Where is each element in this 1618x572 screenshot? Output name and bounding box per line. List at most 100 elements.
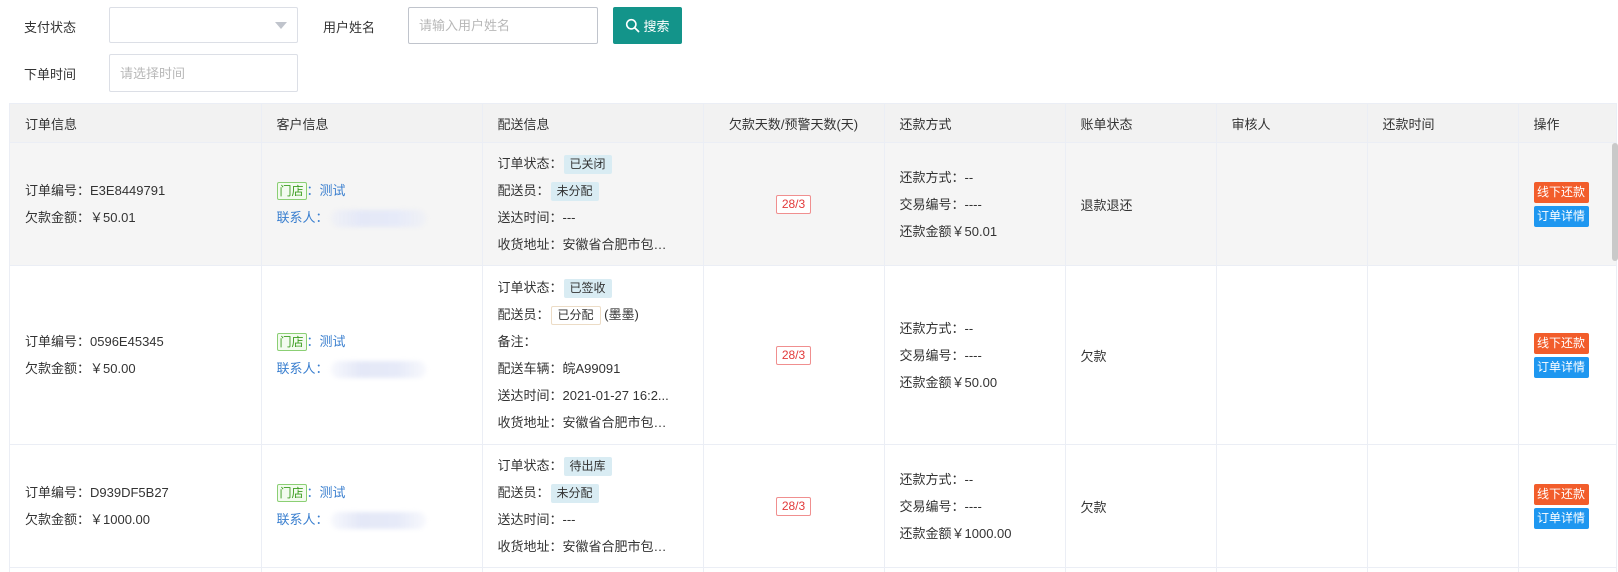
repay-time-cell xyxy=(1367,142,1519,266)
trade-no: ---- xyxy=(964,347,982,363)
trade-no: ---- xyxy=(964,498,982,514)
offline-repay-button[interactable]: 线下还款 xyxy=(1533,483,1589,505)
customer-info-cell: 门店 ：测试 联系人： xyxy=(261,265,483,445)
bill-status-cell: 欠款 xyxy=(1065,265,1217,445)
order-no-label: 订单编号： xyxy=(25,334,91,349)
address: 安徽省合肥市包河区 xyxy=(562,415,673,430)
courier-label: 配送员： xyxy=(497,485,550,500)
order-no-label: 订单编号： xyxy=(25,485,91,500)
username-input[interactable] xyxy=(408,7,598,44)
delivery-time-label: 送达时间： xyxy=(497,210,563,225)
vehicle: 皖A99091 xyxy=(562,361,621,376)
table-vertical-scrollbar[interactable] xyxy=(1612,143,1618,261)
table-row xyxy=(10,567,1617,572)
order-info-cell: 订单编号：0596E45345 欠款金额：￥50.00 xyxy=(10,265,262,445)
reviewer-cell xyxy=(1216,444,1368,568)
order-detail-button[interactable]: 订单详情 xyxy=(1533,356,1589,378)
order-detail-button[interactable]: 订单详情 xyxy=(1533,507,1589,529)
order-no-label: 订单编号： xyxy=(25,183,91,198)
order-no: D939DF5B27 xyxy=(90,485,169,500)
reviewer-cell xyxy=(1216,142,1368,266)
order-status-label: 订单状态： xyxy=(497,156,563,171)
search-icon xyxy=(625,18,640,33)
delivery-time-label: 送达时间： xyxy=(497,388,563,403)
delivery-info-cell: 订单状态： 待出库 配送员： 未分配 送达时间：--- 收货地址：安徽省合肥市包河区 xyxy=(482,444,704,568)
bills-table: 订单信息 客户信息 配送信息 欠款天数/预警天数(天) 还款方式 账单状态 审核… xyxy=(10,103,1617,572)
address-label: 收货地址： xyxy=(497,237,563,252)
debt-amount-label: 欠款金额： xyxy=(25,512,91,527)
contact-label: 联系人： xyxy=(276,210,329,225)
repay-method: -- xyxy=(964,320,974,336)
courier-tag: 未分配 xyxy=(550,182,599,201)
repay-amount-label: 还款金额 xyxy=(899,374,952,390)
pay-status-select[interactable] xyxy=(109,7,298,43)
store-name-link[interactable]: 测试 xyxy=(320,183,346,198)
order-detail-button[interactable]: 订单详情 xyxy=(1533,205,1589,227)
trade-no-label: 交易编号： xyxy=(899,347,965,363)
reviewer-cell xyxy=(1216,265,1368,445)
overdue-days-badge: 28/3 xyxy=(775,496,812,516)
store-name-link[interactable]: 测试 xyxy=(320,334,346,349)
table-header-row: 订单信息 客户信息 配送信息 欠款天数/预警天数(天) 还款方式 账单状态 审核… xyxy=(10,103,1617,143)
overdue-days-cell: 28/3 xyxy=(703,444,885,568)
repay-amount: ￥50.00 xyxy=(951,374,998,390)
store-tag: 门店 xyxy=(276,333,307,351)
customer-info-cell: 门店 ：测试 联系人： xyxy=(261,142,483,266)
search-button[interactable]: 搜索 xyxy=(613,7,682,44)
customer-info-cell: 门店 ：测试 联系人： xyxy=(261,444,483,568)
store-colon: ： xyxy=(306,183,320,198)
order-time-label: 下单时间 xyxy=(24,67,77,82)
header-customer-info: 客户信息 xyxy=(261,103,483,143)
overdue-days-badge: 28/3 xyxy=(775,345,812,365)
delivery-info-cell: 订单状态： 已关闭 配送员： 未分配 送达时间：--- 收货地址：安徽省合肥市包河区 xyxy=(482,142,704,266)
header-order-info: 订单信息 xyxy=(10,103,262,143)
store-colon: ： xyxy=(306,485,320,500)
header-actions: 操作 xyxy=(1518,103,1617,143)
trade-no: ---- xyxy=(964,196,982,212)
actions-cell: 线下还款 订单详情 xyxy=(1518,444,1617,568)
courier-label: 配送员： xyxy=(497,307,550,322)
courier-label: 配送员： xyxy=(497,183,550,198)
order-no: 0596E45345 xyxy=(90,334,164,349)
debt-amount: ￥50.00 xyxy=(90,361,136,376)
header-delivery-info: 配送信息 xyxy=(482,103,704,143)
store-colon: ： xyxy=(306,334,320,349)
pay-status-label: 支付状态 xyxy=(24,20,77,35)
contact-redacted xyxy=(330,210,426,228)
order-no: E3E8449791 xyxy=(90,183,166,198)
vehicle-label: 配送车辆： xyxy=(497,361,563,376)
order-time-picker[interactable] xyxy=(109,54,298,92)
repay-method-label: 还款方式： xyxy=(899,320,965,336)
repay-method-label: 还款方式： xyxy=(899,471,965,487)
address: 安徽省合肥市包河区 xyxy=(562,539,673,554)
trade-no-label: 交易编号： xyxy=(899,196,965,212)
search-button-label: 搜索 xyxy=(643,19,670,34)
order-status-tag: 已关闭 xyxy=(563,155,612,174)
order-status-tag: 已签收 xyxy=(563,279,612,298)
overdue-days-cell: 28/3 xyxy=(703,142,885,266)
offline-repay-button[interactable]: 线下还款 xyxy=(1533,181,1589,203)
table-row: 订单编号：0596E45345 欠款金额：￥50.00 门店 ：测试 联系人： 订… xyxy=(10,265,1617,445)
order-status-label: 订单状态： xyxy=(497,280,563,295)
table-row: 订单编号：E3E8449791 欠款金额：￥50.01 门店 ：测试 联系人： 订… xyxy=(10,142,1617,266)
header-reviewer: 审核人 xyxy=(1216,103,1368,143)
repay-amount-label: 还款金额 xyxy=(899,223,952,239)
store-name-link[interactable]: 测试 xyxy=(320,485,346,500)
order-info-cell: 订单编号：E3E8449791 欠款金额：￥50.01 xyxy=(10,142,262,266)
actions-cell: 线下还款 订单详情 xyxy=(1518,265,1617,445)
delivery-time: --- xyxy=(562,512,576,527)
offline-repay-button[interactable]: 线下还款 xyxy=(1533,332,1589,354)
repay-method: -- xyxy=(964,169,974,185)
courier-tag: 未分配 xyxy=(550,484,599,503)
delivery-info-cell: 订单状态： 已签收 配送员： 已分配 (墨墨) 备注： 配送车辆：皖A99091 送… xyxy=(482,265,704,445)
contact-label: 联系人： xyxy=(276,512,329,527)
remark-label: 备注： xyxy=(497,334,537,349)
header-bill-status: 账单状态 xyxy=(1065,103,1217,143)
bill-status-cell: 退款退还 xyxy=(1065,142,1217,266)
overdue-days-badge: 28/3 xyxy=(775,194,812,214)
store-tag: 门店 xyxy=(276,484,307,502)
contact-redacted xyxy=(330,361,426,379)
debt-amount-label: 欠款金额： xyxy=(25,210,91,225)
address-label: 收货地址： xyxy=(497,539,563,554)
trade-no-label: 交易编号： xyxy=(899,498,965,514)
